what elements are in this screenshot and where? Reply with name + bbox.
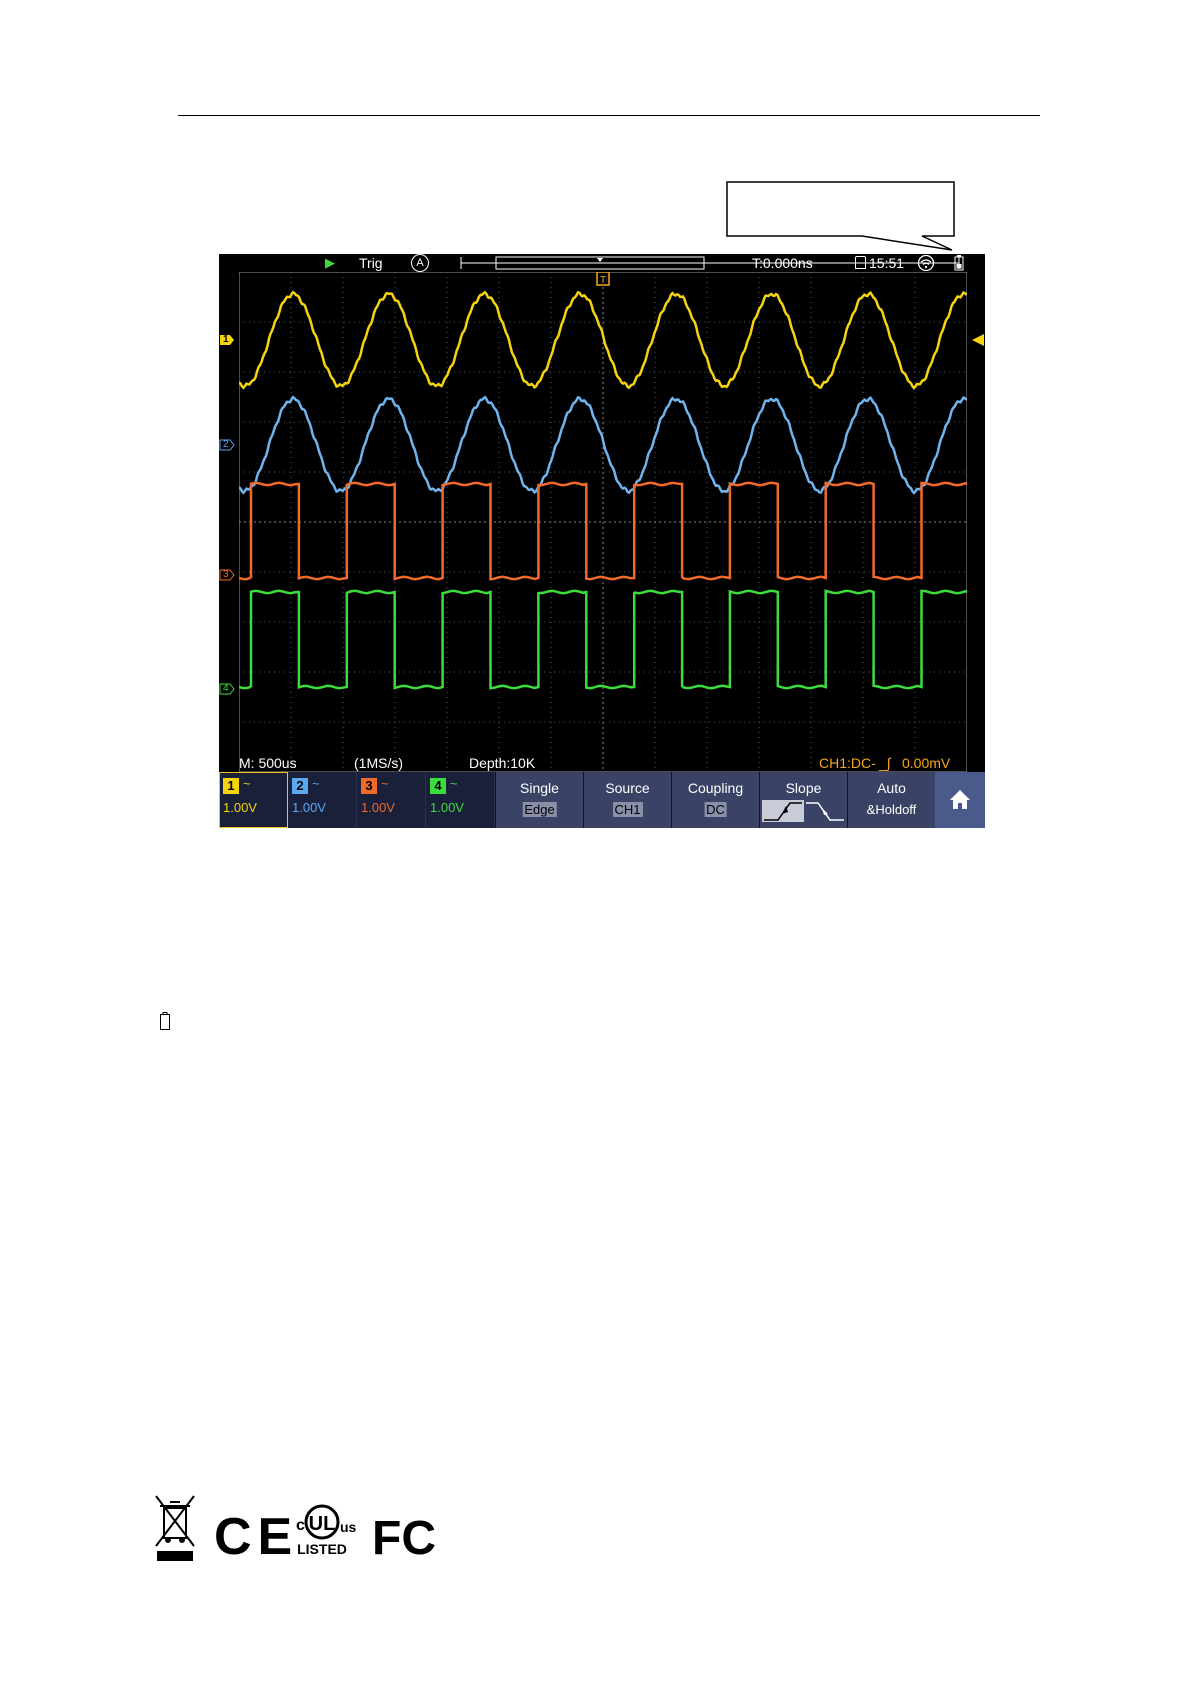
ul-listed-label: LISTED bbox=[297, 1541, 347, 1557]
channel-4-coupling: ~ bbox=[450, 776, 458, 791]
trigger-coupling-label: Coupling bbox=[687, 780, 744, 796]
ch3-marker-label: 3 bbox=[223, 569, 229, 580]
auto-holdoff-label: Auto bbox=[877, 780, 906, 796]
channel-2-coupling: ~ bbox=[312, 776, 320, 791]
channel-2-button[interactable]: 2 ~ 1.00V bbox=[288, 772, 357, 828]
trigger-slope-button[interactable]: Slope bbox=[759, 772, 847, 828]
trigger-slope-icon: _∫ bbox=[879, 755, 891, 771]
waveform-display: T bbox=[238, 271, 968, 773]
battery-outline-icon bbox=[160, 1012, 170, 1030]
waveform-graticule: T bbox=[238, 271, 968, 773]
trigger-coupling-button[interactable]: Coupling DC bbox=[671, 772, 759, 828]
channel-4-number: 4 bbox=[430, 778, 446, 794]
trigger-source-label: Source bbox=[605, 780, 650, 796]
slope-selector bbox=[762, 800, 844, 822]
channel-1-volts: 1.00V bbox=[223, 800, 257, 815]
trigger-level-marker[interactable] bbox=[972, 334, 984, 346]
channel-2-number: 2 bbox=[292, 778, 308, 794]
channel-1-coupling: ~ bbox=[243, 776, 251, 791]
ul-c-label: c bbox=[296, 1517, 305, 1534]
channel-1-number: 1 bbox=[223, 778, 239, 794]
home-button[interactable] bbox=[935, 772, 985, 828]
bottom-menu: 1 ~ 1.00V 2 ~ 1.00V 3 ~ 1.00V 4 ~ 1.00V … bbox=[219, 772, 985, 828]
fcc-mark: FC bbox=[372, 1512, 436, 1565]
weee-bin-icon bbox=[155, 1495, 195, 1561]
trigger-source-button[interactable]: Source CH1 bbox=[583, 772, 671, 828]
trigger-position-label: T bbox=[600, 275, 606, 286]
auto-holdoff-button[interactable]: Auto &Holdoff bbox=[847, 772, 935, 828]
ul-mark: UL bbox=[309, 1513, 336, 1535]
trigger-source-value: CH1 bbox=[612, 802, 643, 817]
channel-3-coupling: ~ bbox=[381, 776, 389, 791]
trigger-info: CH1:DC- bbox=[819, 755, 876, 771]
channel-1-button[interactable]: 1 ~ 1.00V bbox=[219, 772, 288, 828]
sample-rate: (1MS/s) bbox=[354, 755, 403, 771]
trigger-type-value: Edge bbox=[522, 802, 557, 817]
ch2-marker-label: 2 bbox=[223, 439, 229, 450]
slope-falling-icon[interactable] bbox=[806, 802, 844, 821]
home-icon bbox=[950, 790, 970, 809]
trigger-level: 0.00mV bbox=[902, 755, 951, 771]
trigger-coupling-value: DC bbox=[704, 802, 727, 817]
channel-3-number: 3 bbox=[361, 778, 377, 794]
ul-us-label: us bbox=[340, 1519, 357, 1535]
trigger-type-label: Single bbox=[520, 780, 559, 796]
timebase: M: 500us bbox=[239, 755, 297, 771]
ch4-marker-label: 4 bbox=[223, 683, 229, 694]
trigger-type-button[interactable]: Single Edge bbox=[495, 772, 583, 828]
channel-4-volts: 1.00V bbox=[430, 800, 464, 815]
auto-holdoff-value: &Holdoff bbox=[866, 802, 917, 817]
trigger-slope-label: Slope bbox=[785, 780, 822, 796]
channel-3-volts: 1.00V bbox=[361, 800, 395, 815]
channel-2-volts: 1.00V bbox=[292, 800, 326, 815]
memory-depth: Depth:10K bbox=[469, 755, 536, 771]
certification-logos: CE c UL us LISTED FC bbox=[155, 1495, 436, 1566]
ch1-marker-label: 1 bbox=[223, 334, 229, 345]
acquisition-info-bar: M: 500us (1MS/s) Depth:10K CH1:DC- _∫ 0.… bbox=[219, 754, 985, 772]
channel-4-button[interactable]: 4 ~ 1.00V bbox=[426, 772, 495, 828]
slope-rising-icon[interactable] bbox=[762, 800, 804, 822]
oscilloscope-screen: ▶ Trig A T:0.000ns 15:51 1 2 3 4 T M: 50… bbox=[219, 254, 985, 828]
callout-box bbox=[726, 181, 955, 251]
ce-mark: CE bbox=[214, 1508, 298, 1566]
channel-3-button[interactable]: 3 ~ 1.00V bbox=[357, 772, 426, 828]
